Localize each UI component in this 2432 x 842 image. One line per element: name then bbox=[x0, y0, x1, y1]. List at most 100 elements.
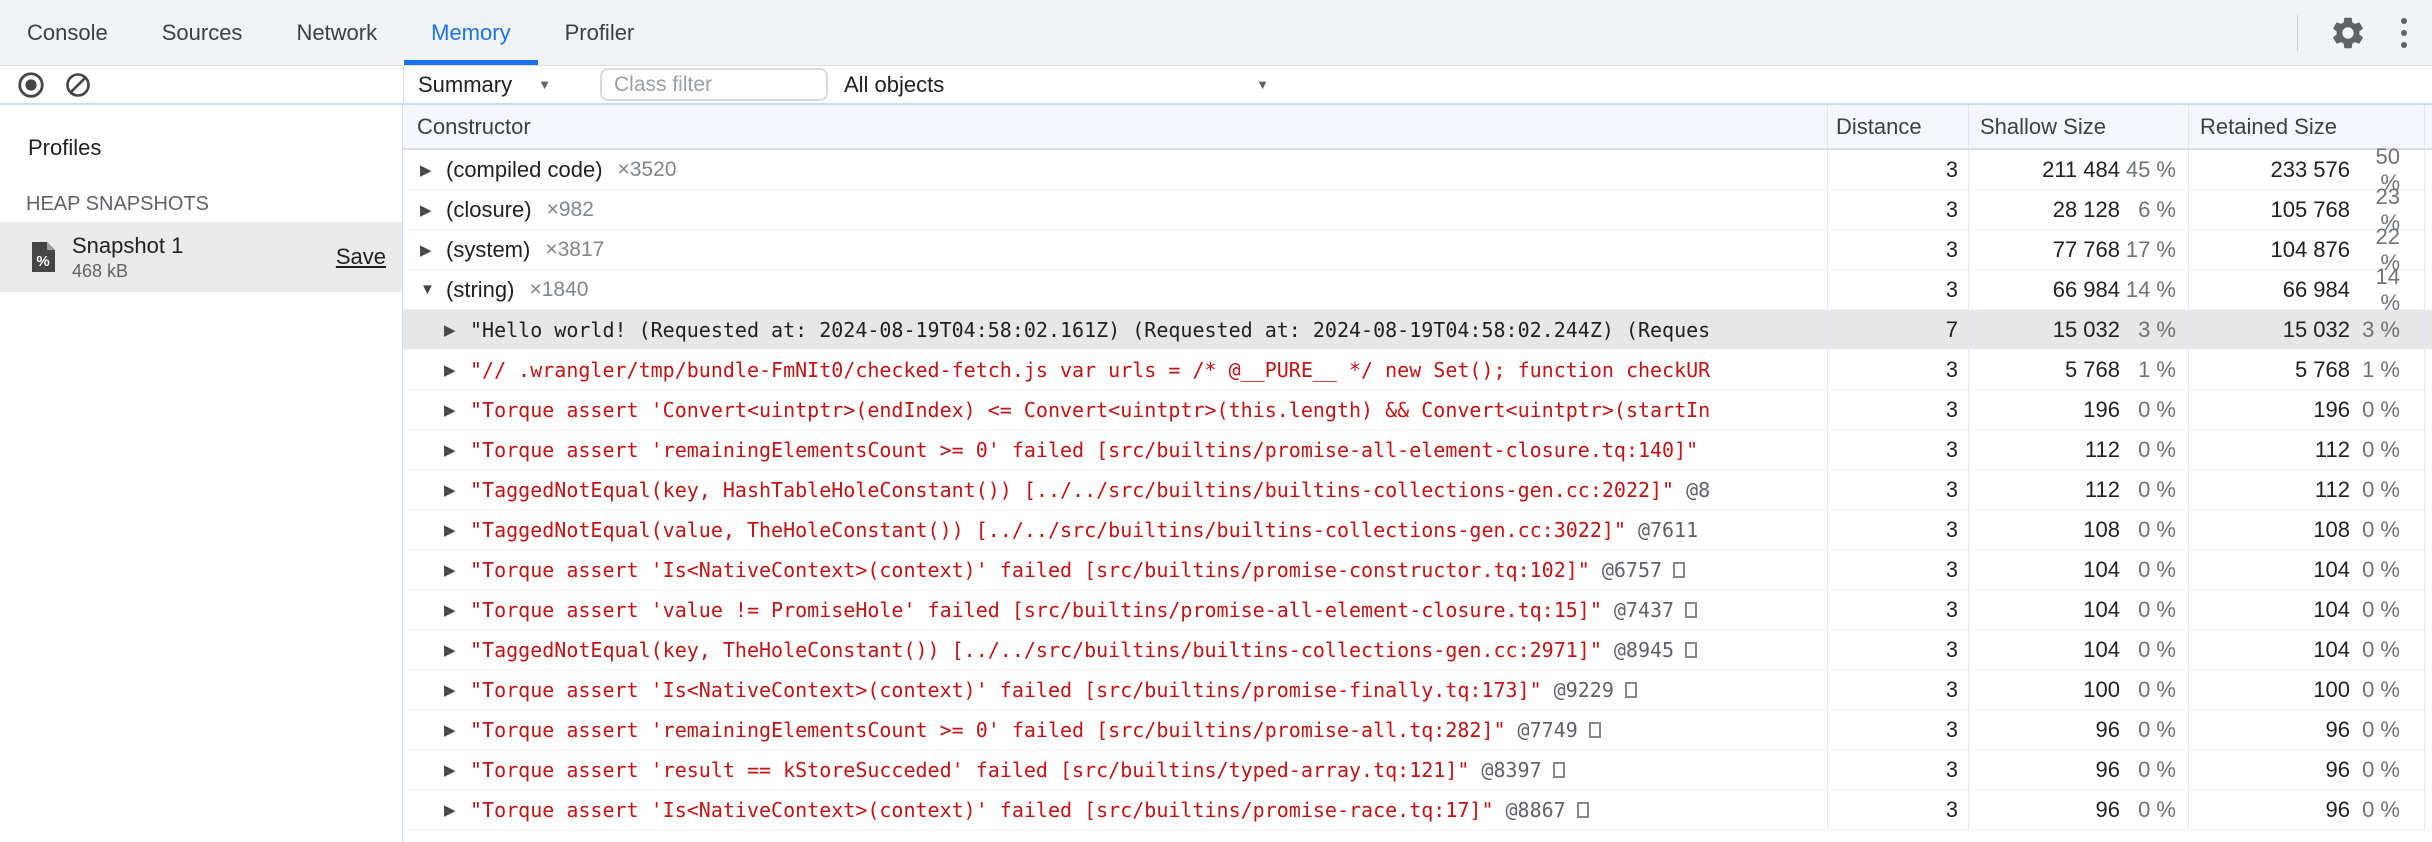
shallow-size-value: 15 032 bbox=[2052, 316, 2120, 342]
tab-memory[interactable]: Memory bbox=[404, 0, 539, 65]
shallow-size-cell: 28 128 6 % bbox=[1968, 190, 2188, 229]
retained-size-value: 96 bbox=[2325, 796, 2350, 822]
chevron-down-icon: ▼ bbox=[1256, 77, 1269, 92]
table-row[interactable]: ▶ "Torque assert 'Is<NativeContext>(cont… bbox=[403, 550, 2432, 590]
settings-button[interactable] bbox=[2320, 5, 2376, 61]
distance-cell: 3 bbox=[1827, 790, 1968, 829]
shallow-size-cell: 211 484 45 % bbox=[1968, 150, 2188, 189]
constructor-name: "// .wrangler/tmp/bundle-FmNIt0/checked-… bbox=[470, 357, 1711, 382]
constructor-cell: ▶ "Torque assert 'remainingElementsCount… bbox=[403, 430, 1827, 469]
disclosure-triangle-icon[interactable]: ▶ bbox=[444, 761, 470, 779]
disclosure-triangle-icon[interactable]: ▶ bbox=[444, 681, 470, 699]
disclosure-triangle-icon[interactable]: ▶ bbox=[444, 481, 470, 499]
shallow-size-value: 28 128 bbox=[2052, 196, 2120, 222]
disclosure-triangle-icon[interactable]: ▼ bbox=[420, 281, 446, 298]
perspective-select-label: Summary bbox=[418, 71, 513, 97]
table-row[interactable]: ▶ "Torque assert 'remainingElementsCount… bbox=[403, 710, 2432, 750]
shallow-size-percent: 0 % bbox=[2138, 796, 2176, 822]
tab-sources[interactable]: Sources bbox=[135, 0, 270, 65]
disclosure-triangle-icon[interactable]: ▶ bbox=[444, 561, 470, 579]
constructor-name: "TaggedNotEqual(value, TheHoleConstant()… bbox=[470, 517, 1626, 542]
constructor-cell: ▶ "Torque assert 'Convert<uintptr>(endIn… bbox=[403, 390, 1827, 429]
table-row[interactable]: ▶ "// .wrangler/tmp/bundle-FmNIt0/checke… bbox=[403, 350, 2432, 390]
table-row[interactable]: ▶ "Hello world! (Requested at: 2024-08-1… bbox=[403, 310, 2432, 350]
tab-profiler[interactable]: Profiler bbox=[538, 0, 662, 65]
table-row[interactable]: ▼ (string) ×1840 3 66 984 14 % 66 984 14… bbox=[403, 264, 2432, 315]
retained-size-value: 15 032 bbox=[2282, 316, 2350, 342]
shallow-size-value: 96 bbox=[2095, 756, 2120, 782]
disclosure-triangle-icon[interactable]: ▶ bbox=[444, 361, 470, 379]
missing-glyph-box-icon bbox=[1624, 681, 1637, 698]
retained-size-value: 96 bbox=[2325, 756, 2350, 782]
save-snapshot-link[interactable]: Save bbox=[336, 244, 386, 270]
table-row[interactable]: ▶ (compiled code) ×3520 3 211 484 45 % 2… bbox=[403, 144, 2432, 195]
table-row[interactable]: ▶ "Torque assert 'value != PromiseHole' … bbox=[403, 590, 2432, 630]
disclosure-triangle-icon[interactable]: ▶ bbox=[444, 521, 470, 539]
shallow-size-value: 112 bbox=[2084, 476, 2120, 502]
retained-size-value: 108 bbox=[2313, 516, 2350, 542]
class-filter-input[interactable] bbox=[600, 68, 828, 101]
sidebar-item-snapshot-1[interactable]: % Snapshot 1 468 kB Save bbox=[0, 222, 402, 292]
tab-console[interactable]: Console bbox=[0, 0, 135, 65]
table-row[interactable]: ▶ "Torque assert 'Convert<uintptr>(endIn… bbox=[403, 390, 2432, 430]
shallow-size-percent: 45 % bbox=[2125, 156, 2176, 182]
table-row[interactable]: ▶ (closure) ×982 3 28 128 6 % 105 768 23… bbox=[403, 184, 2432, 235]
objects-scope-select[interactable]: All objects ▼ bbox=[844, 66, 1269, 103]
distance-cell: 3 bbox=[1827, 350, 1968, 389]
record-heap-snapshot-button[interactable] bbox=[16, 70, 46, 100]
grid-header-row: Constructor Distance Shallow Size Retain… bbox=[403, 105, 2432, 150]
table-row[interactable]: ▶ "Torque assert 'Is<NativeContext>(cont… bbox=[403, 670, 2432, 710]
retained-size-cell: 104 0 % bbox=[2188, 630, 2425, 669]
constructor-name: (compiled code) bbox=[446, 156, 603, 182]
table-row[interactable]: ▶ "Torque assert 'result == kStoreSucced… bbox=[403, 750, 2432, 790]
table-row[interactable]: ▶ "Torque assert 'remainingElementsCount… bbox=[403, 430, 2432, 470]
tab-network[interactable]: Network bbox=[269, 0, 404, 65]
more-options-button[interactable] bbox=[2376, 5, 2432, 61]
shallow-size-cell: 77 768 17 % bbox=[1968, 230, 2188, 269]
shallow-size-percent: 17 % bbox=[2125, 236, 2176, 262]
table-row[interactable]: ▶ "TaggedNotEqual(key, TheHoleConstant()… bbox=[403, 630, 2432, 670]
column-header-distance[interactable]: Distance bbox=[1827, 105, 1968, 148]
disclosure-triangle-icon[interactable]: ▶ bbox=[444, 441, 470, 459]
disclosure-triangle-icon[interactable]: ▶ bbox=[444, 801, 470, 819]
instance-count: ×982 bbox=[546, 197, 594, 221]
retained-size-percent: 0 % bbox=[2362, 636, 2400, 662]
disclosure-triangle-icon[interactable]: ▶ bbox=[420, 201, 446, 219]
table-row[interactable]: ▶ "TaggedNotEqual(key, HashTableHoleCons… bbox=[403, 470, 2432, 510]
table-row[interactable]: ▶ "TaggedNotEqual(value, TheHoleConstant… bbox=[403, 510, 2432, 550]
shallow-size-percent: 14 % bbox=[2125, 276, 2176, 302]
shallow-size-value: 5 768 bbox=[2064, 356, 2120, 382]
shallow-size-percent: 0 % bbox=[2138, 556, 2176, 582]
distance-cell: 3 bbox=[1827, 430, 1968, 469]
shallow-size-percent: 0 % bbox=[2138, 676, 2176, 702]
retained-size-percent: 0 % bbox=[2362, 396, 2400, 422]
table-row[interactable]: ▶ "Torque assert 'Is<NativeContext>(cont… bbox=[403, 790, 2432, 830]
disclosure-triangle-icon[interactable]: ▶ bbox=[420, 241, 446, 259]
retained-size-value: 233 576 bbox=[2270, 156, 2350, 182]
disclosure-triangle-icon[interactable]: ▶ bbox=[444, 721, 470, 739]
distance-cell: 3 bbox=[1827, 670, 1968, 709]
column-header-constructor[interactable]: Constructor bbox=[403, 114, 1827, 140]
clear-profiles-button[interactable] bbox=[64, 71, 92, 99]
disclosure-triangle-icon[interactable]: ▶ bbox=[444, 321, 470, 339]
retained-size-value: 196 bbox=[2313, 396, 2350, 422]
retained-size-cell: 96 0 % bbox=[2188, 750, 2425, 789]
instance-count: ×1840 bbox=[529, 277, 589, 301]
column-header-retained-size[interactable]: Retained Size bbox=[2188, 105, 2425, 148]
column-header-shallow-size[interactable]: Shallow Size bbox=[1968, 105, 2188, 148]
retained-size-cell: 104 0 % bbox=[2188, 550, 2425, 589]
constructor-cell: ▶ (compiled code) ×3520 bbox=[403, 150, 1827, 189]
retained-size-cell: 108 0 % bbox=[2188, 510, 2425, 549]
retained-size-cell: 96 0 % bbox=[2188, 790, 2425, 829]
disclosure-triangle-icon[interactable]: ▶ bbox=[444, 401, 470, 419]
distance-cell: 3 bbox=[1827, 270, 1968, 309]
retained-size-percent: 3 % bbox=[2362, 316, 2400, 342]
perspective-select[interactable]: Summary ▼ bbox=[418, 66, 551, 103]
retained-size-value: 105 768 bbox=[2270, 196, 2350, 222]
table-row[interactable]: ▶ (system) ×3817 3 77 768 17 % 104 876 2… bbox=[403, 224, 2432, 275]
instance-count: ×3817 bbox=[545, 237, 605, 261]
disclosure-triangle-icon[interactable]: ▶ bbox=[444, 601, 470, 619]
disclosure-triangle-icon[interactable]: ▶ bbox=[420, 161, 446, 179]
shallow-size-cell: 66 984 14 % bbox=[1968, 270, 2188, 309]
disclosure-triangle-icon[interactable]: ▶ bbox=[444, 641, 470, 659]
